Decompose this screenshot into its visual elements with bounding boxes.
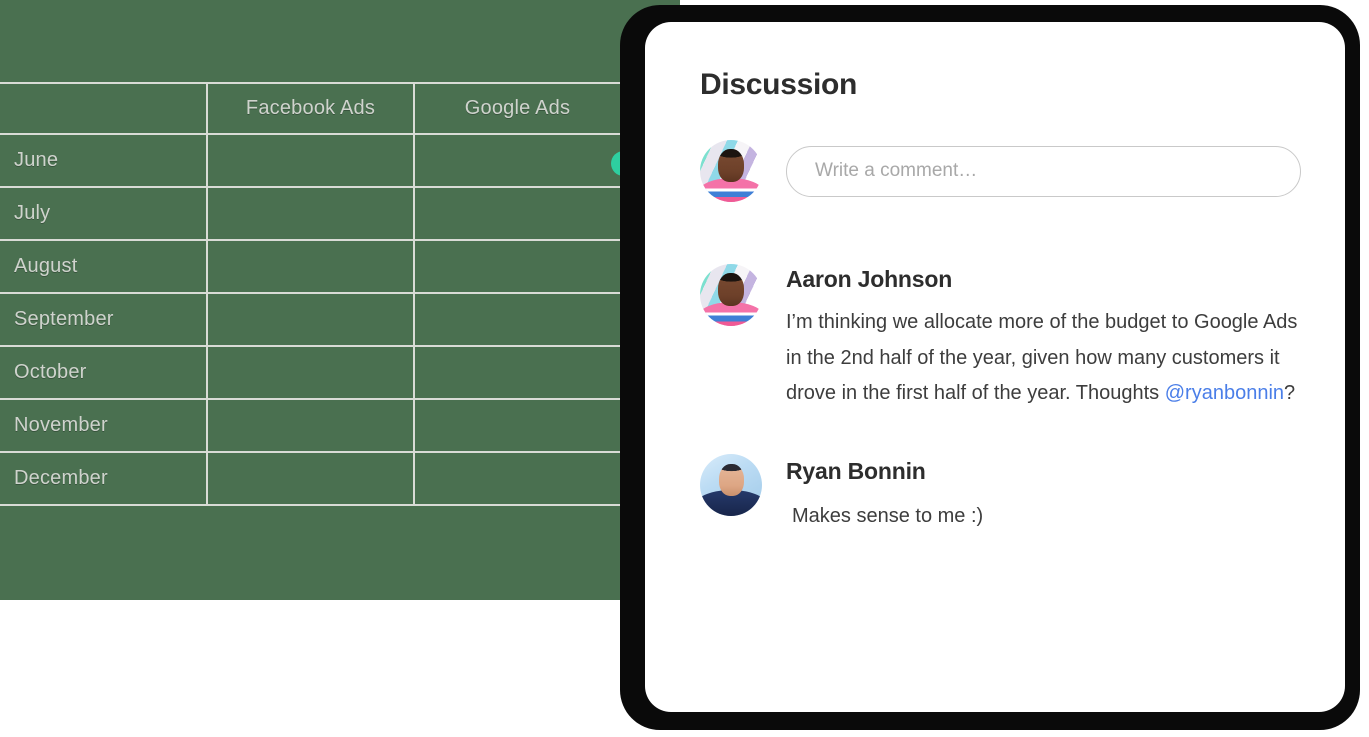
cell-google-ads[interactable] xyxy=(413,292,622,347)
cell-facebook-ads[interactable] xyxy=(206,186,415,241)
cell-google-ads[interactable] xyxy=(413,451,622,506)
cell-facebook-ads[interactable] xyxy=(206,133,415,188)
discussion-panel: Discussion Aaron Johnson I’m thinking we… xyxy=(645,22,1345,712)
column-header-google-ads[interactable]: Google Ads xyxy=(413,82,622,135)
cell-month[interactable]: July xyxy=(0,186,208,241)
comment-item: Aaron Johnson I’m thinking we allocate m… xyxy=(700,264,1301,412)
page-title: Discussion xyxy=(700,68,858,101)
comment-composer xyxy=(700,140,1301,202)
avatar-aaron-johnson-icon xyxy=(700,264,762,326)
comment-text-after-mention: ? xyxy=(1284,382,1296,405)
comment-item: Ryan Bonnin Makes sense to me :) xyxy=(700,453,1301,535)
cell-month[interactable]: October xyxy=(0,345,208,400)
cell-google-ads[interactable] xyxy=(413,133,622,188)
avatar-aaron-johnson-icon xyxy=(700,140,762,202)
comment-author: Ryan Bonnin xyxy=(786,457,926,484)
cell-facebook-ads[interactable] xyxy=(206,398,415,453)
comment-text: I’m thinking we allocate more of the bud… xyxy=(786,305,1301,412)
cell-month[interactable]: June xyxy=(0,133,208,188)
column-header-month[interactable] xyxy=(0,82,208,135)
avatar-ryan-bonnin-icon xyxy=(700,453,762,516)
cell-google-ads[interactable] xyxy=(413,345,622,400)
column-header-facebook-ads[interactable]: Facebook Ads xyxy=(206,82,415,135)
cell-month[interactable]: November xyxy=(0,398,208,453)
cell-facebook-ads[interactable] xyxy=(206,239,415,294)
cell-month[interactable]: December xyxy=(0,451,208,506)
cell-facebook-ads[interactable] xyxy=(206,451,415,506)
mention-link[interactable]: @ryanbonnin xyxy=(1165,382,1284,404)
cell-google-ads[interactable] xyxy=(413,398,622,453)
cell-google-ads[interactable] xyxy=(413,186,622,241)
comment-input[interactable] xyxy=(786,145,1301,197)
comment-text: Makes sense to me :) xyxy=(792,504,984,527)
cell-facebook-ads[interactable] xyxy=(206,345,415,400)
cell-month[interactable]: September xyxy=(0,292,208,347)
cell-facebook-ads[interactable] xyxy=(206,292,415,347)
comment-author: Aaron Johnson xyxy=(786,266,953,292)
cell-google-ads[interactable] xyxy=(413,239,622,294)
cell-month[interactable]: August xyxy=(0,239,208,294)
